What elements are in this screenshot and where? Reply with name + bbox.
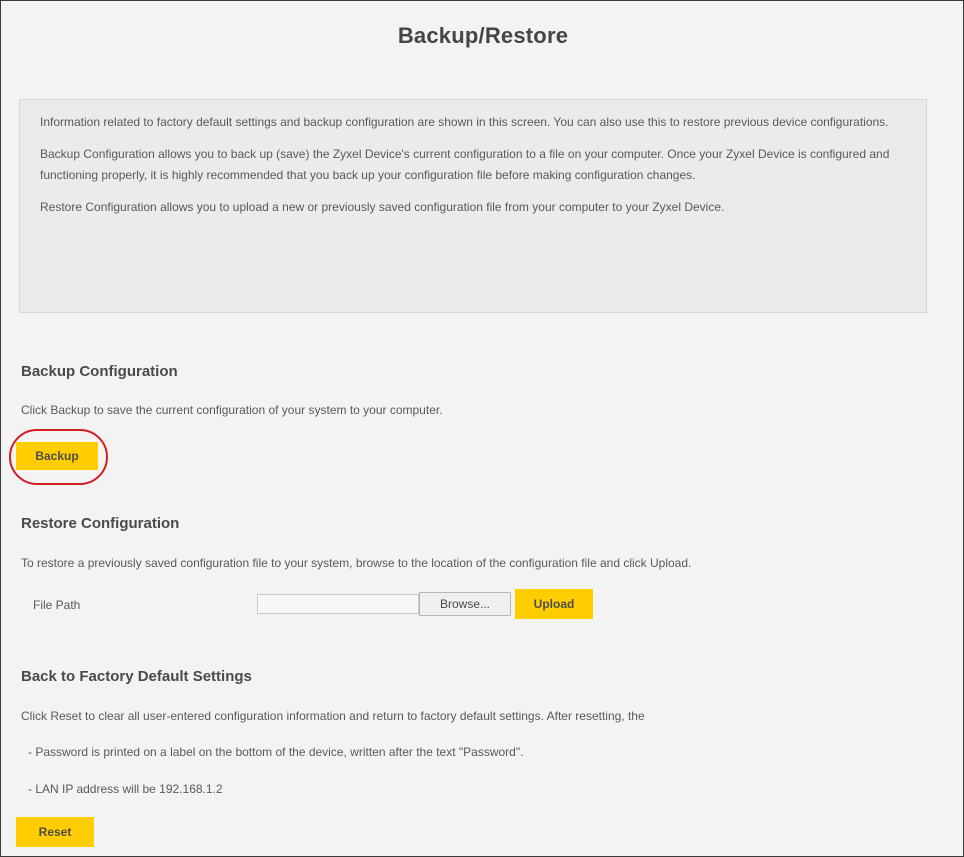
- restore-section-title: Restore Configuration: [21, 515, 180, 532]
- password-note: - Password is printed on a label on the …: [28, 745, 524, 759]
- lan-ip-note: - LAN IP address will be 192.168.1.2: [28, 782, 223, 796]
- info-paragraph-overview: Information related to factory default s…: [40, 115, 889, 129]
- file-path-label: File Path: [33, 598, 81, 612]
- browse-button[interactable]: Browse...: [419, 592, 511, 616]
- backup-section-title: Backup Configuration: [21, 363, 178, 380]
- factory-section-title: Back to Factory Default Settings: [21, 668, 252, 685]
- info-box: Information related to factory default s…: [19, 99, 927, 313]
- info-paragraph-backup: Backup Configuration allows you to back …: [40, 147, 890, 182]
- info-paragraph-restore: Restore Configuration allows you to uplo…: [40, 200, 725, 214]
- backup-restore-panel: Backup/Restore Information related to fa…: [0, 0, 964, 857]
- backup-button[interactable]: Backup: [16, 442, 98, 470]
- file-path-input[interactable]: [257, 594, 419, 614]
- page-title: Backup/Restore: [397, 23, 569, 48]
- restore-description: To restore a previously saved configurat…: [21, 556, 692, 570]
- backup-description: Click Backup to save the current configu…: [21, 403, 443, 417]
- upload-button[interactable]: Upload: [515, 589, 593, 619]
- reset-button[interactable]: Reset: [16, 817, 94, 847]
- factory-description: Click Reset to clear all user-entered co…: [21, 709, 645, 723]
